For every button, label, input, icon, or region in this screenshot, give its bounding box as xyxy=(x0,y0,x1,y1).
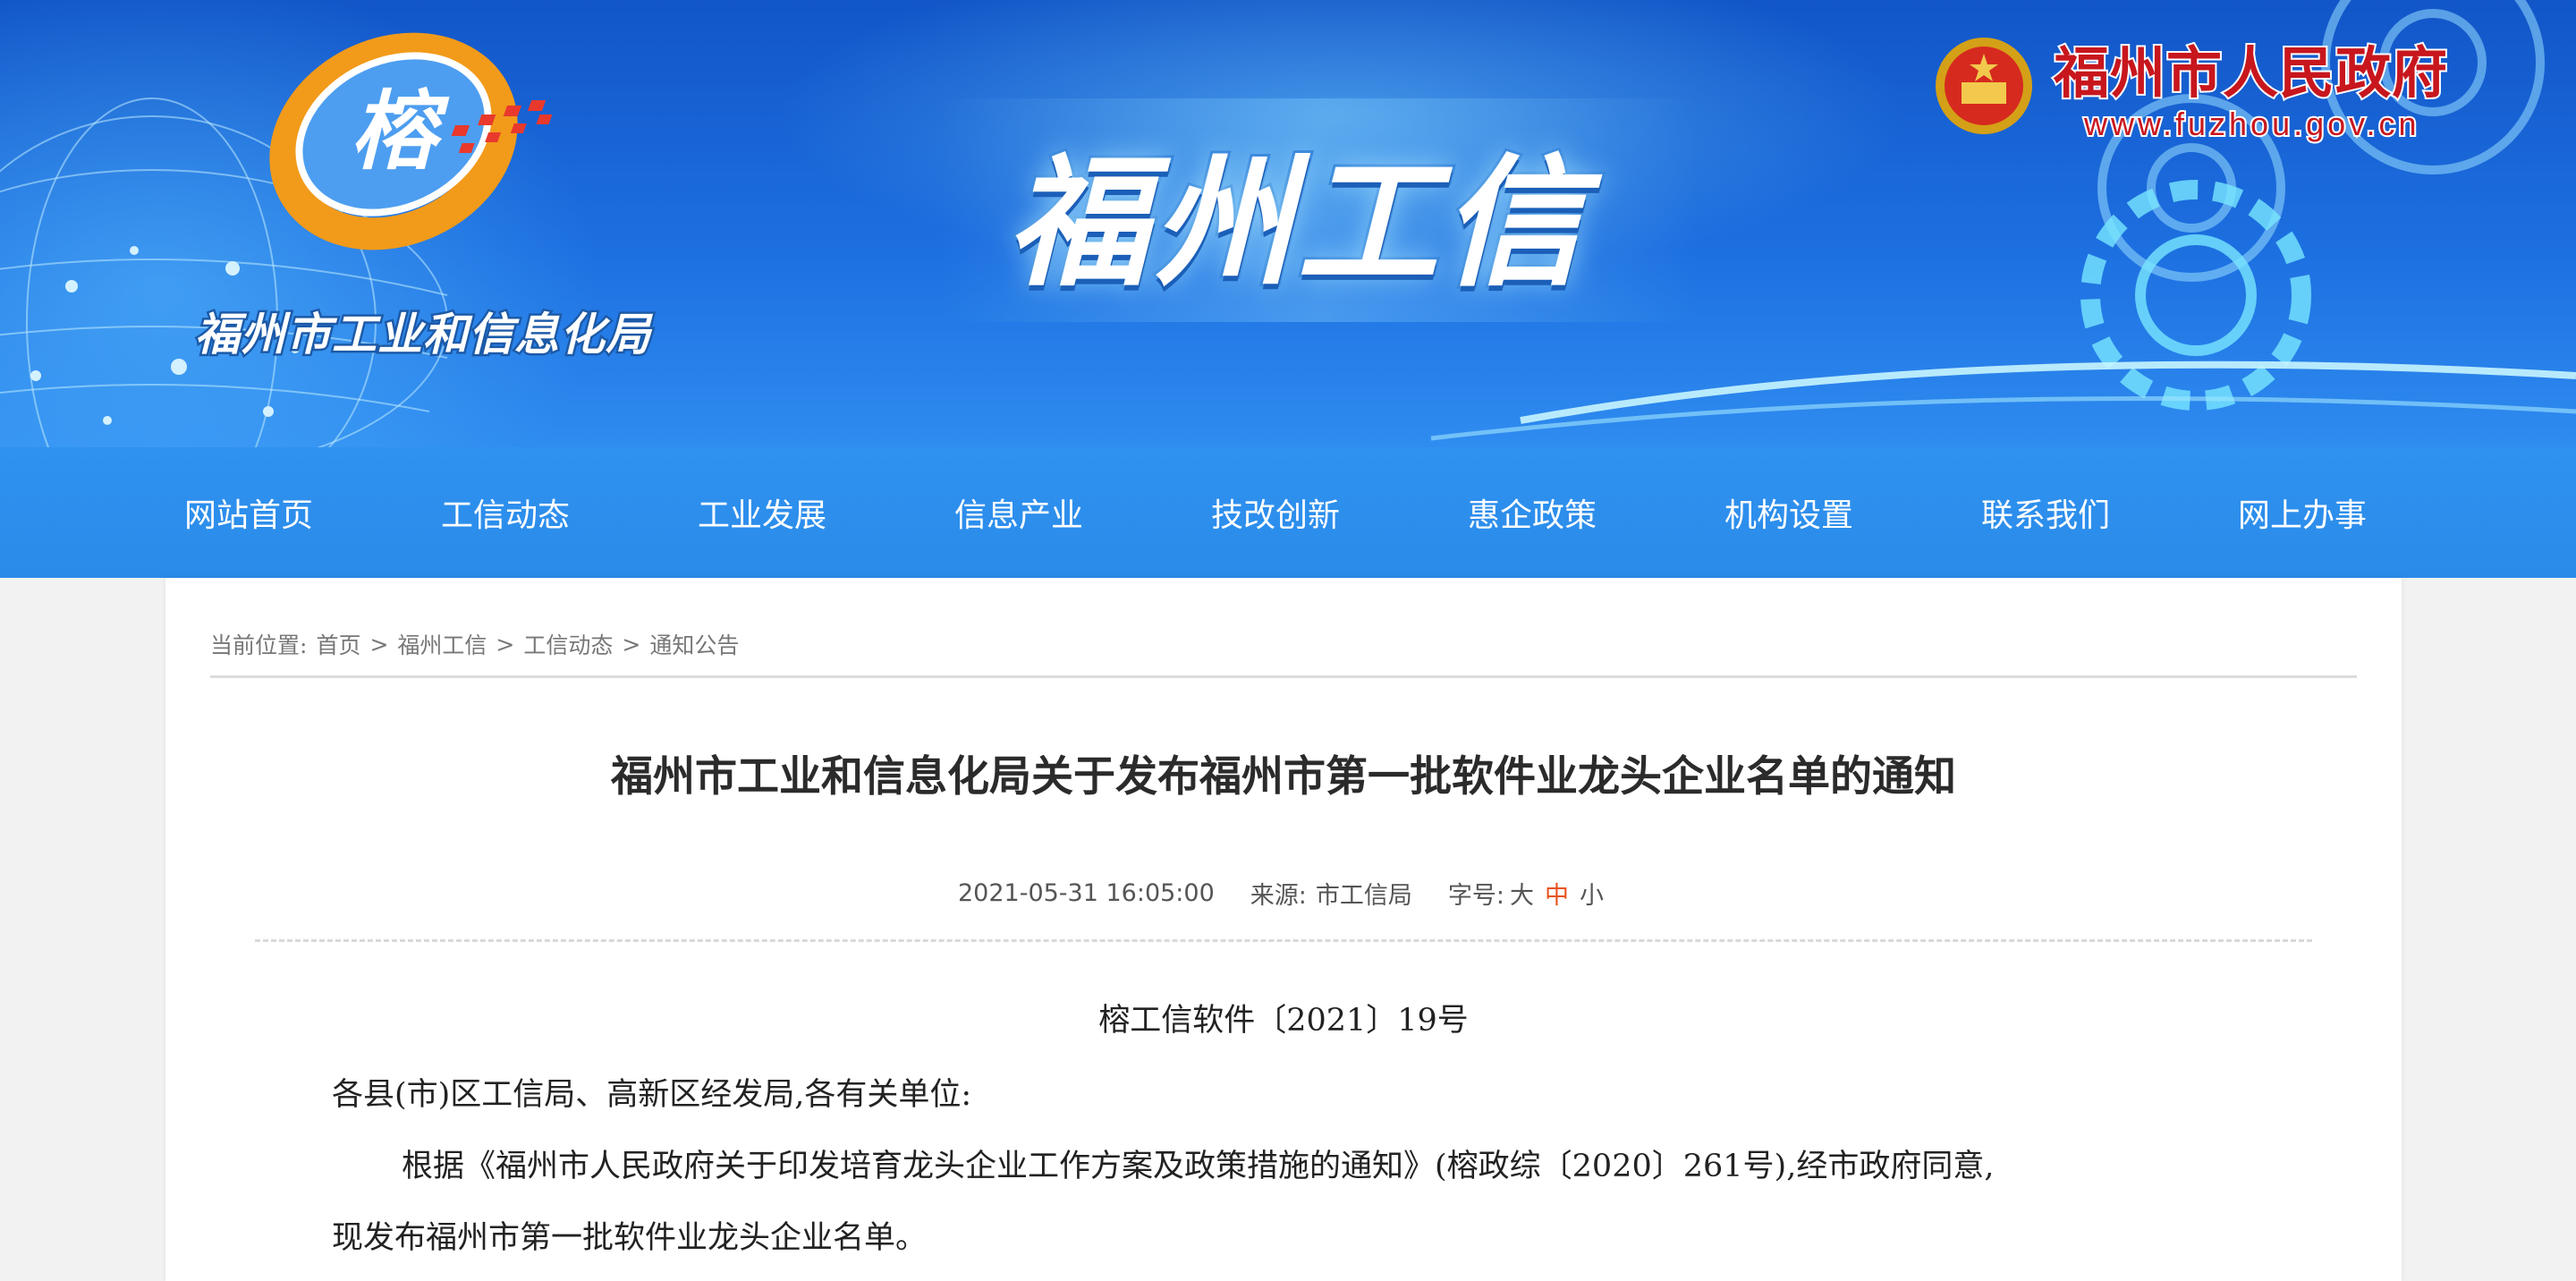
article-meta: 2021-05-31 16:05:00 来源: 市工信局 字号: 大 中 小 xyxy=(165,875,2402,911)
breadcrumb-separator: > xyxy=(622,631,641,657)
publish-date: 2021-05-31 16:05:00 xyxy=(958,878,1215,907)
breadcrumb-news-link[interactable]: 工信动态 xyxy=(523,628,613,660)
article-panel: 当前位置: 首页 > 福州工信 > 工信动态 > 通知公告 福州市工业和信息化局… xyxy=(165,578,2402,1281)
nav-item-news[interactable]: 工信动态 xyxy=(416,447,595,578)
breadcrumb-fuzhou-gongxin-link[interactable]: 福州工信 xyxy=(397,628,487,660)
breadcrumb: 当前位置: 首页 > 福州工信 > 工信动态 > 通知公告 xyxy=(210,626,1105,662)
font-size-label: 字号: xyxy=(1447,881,1504,910)
gov-url-link[interactable]: www.fuzhou.gov.cn xyxy=(2082,102,2469,147)
site-banner: 榕 福州工信 福州市工业和信息化局 福州市人民政府 www.fuzhou.gov… xyxy=(0,0,2576,447)
breadcrumb-home-link[interactable]: 首页 xyxy=(316,628,360,660)
font-size-small-button[interactable]: 小 xyxy=(1580,876,1604,911)
article-body-line: 现发布福州市第一批软件业龙头企业名单。 xyxy=(332,1219,928,1256)
bureau-name: 福州市工业和信息化局 xyxy=(193,306,653,363)
gov-name-link[interactable]: 福州市人民政府 xyxy=(2052,32,2474,107)
font-size-large-button[interactable]: 大 xyxy=(1510,876,1534,911)
breadcrumb-prefix: 当前位置: xyxy=(210,632,308,658)
national-emblem-icon xyxy=(1936,38,2032,134)
nav-item-online-service[interactable]: 网上办事 xyxy=(2213,447,2392,578)
nav-item-contact[interactable]: 联系我们 xyxy=(1956,447,2135,578)
svg-text:榕: 榕 xyxy=(351,81,450,182)
site-title: 福州工信 xyxy=(1004,139,1587,309)
bureau-logo: 榕 xyxy=(269,32,553,250)
nav-item-info-industry[interactable]: 信息产业 xyxy=(929,447,1108,578)
breadcrumb-separator: > xyxy=(369,631,389,657)
nav-item-industry[interactable]: 工业发展 xyxy=(673,447,852,578)
font-size-medium-button[interactable]: 中 xyxy=(1545,876,1569,911)
meta-divider xyxy=(255,939,2312,942)
nav-item-organization[interactable]: 机构设置 xyxy=(1699,447,1878,578)
nav-item-policy[interactable]: 惠企政策 xyxy=(1443,447,1622,578)
source-value: 市工信局 xyxy=(1315,881,1412,910)
article-body-line: 根据《福州市人民政府关于印发培育龙头企业工作方案及政策措施的通知》(榕政综〔20… xyxy=(402,1148,1995,1184)
breadcrumb-notices-link[interactable]: 通知公告 xyxy=(649,628,739,660)
main-nav: 网站首页 工信动态 工业发展 信息产业 技改创新 惠企政策 机构设置 联系我们 … xyxy=(0,447,2576,578)
breadcrumb-divider xyxy=(210,675,2357,678)
source-label: 来源: xyxy=(1250,881,1307,910)
breadcrumb-separator: > xyxy=(496,631,515,657)
article-salutation: 各县(市)区工信局、高新区经发局,各有关单位: xyxy=(332,1076,972,1113)
nav-item-home[interactable]: 网站首页 xyxy=(159,447,338,578)
nav-item-innovation[interactable]: 技改创新 xyxy=(1186,447,1365,578)
document-number: 榕工信软件〔2021〕19号 xyxy=(1098,1002,1469,1039)
article-title: 福州市工业和信息化局关于发布福州市第一批软件业龙头企业名单的通知 xyxy=(611,751,1956,802)
